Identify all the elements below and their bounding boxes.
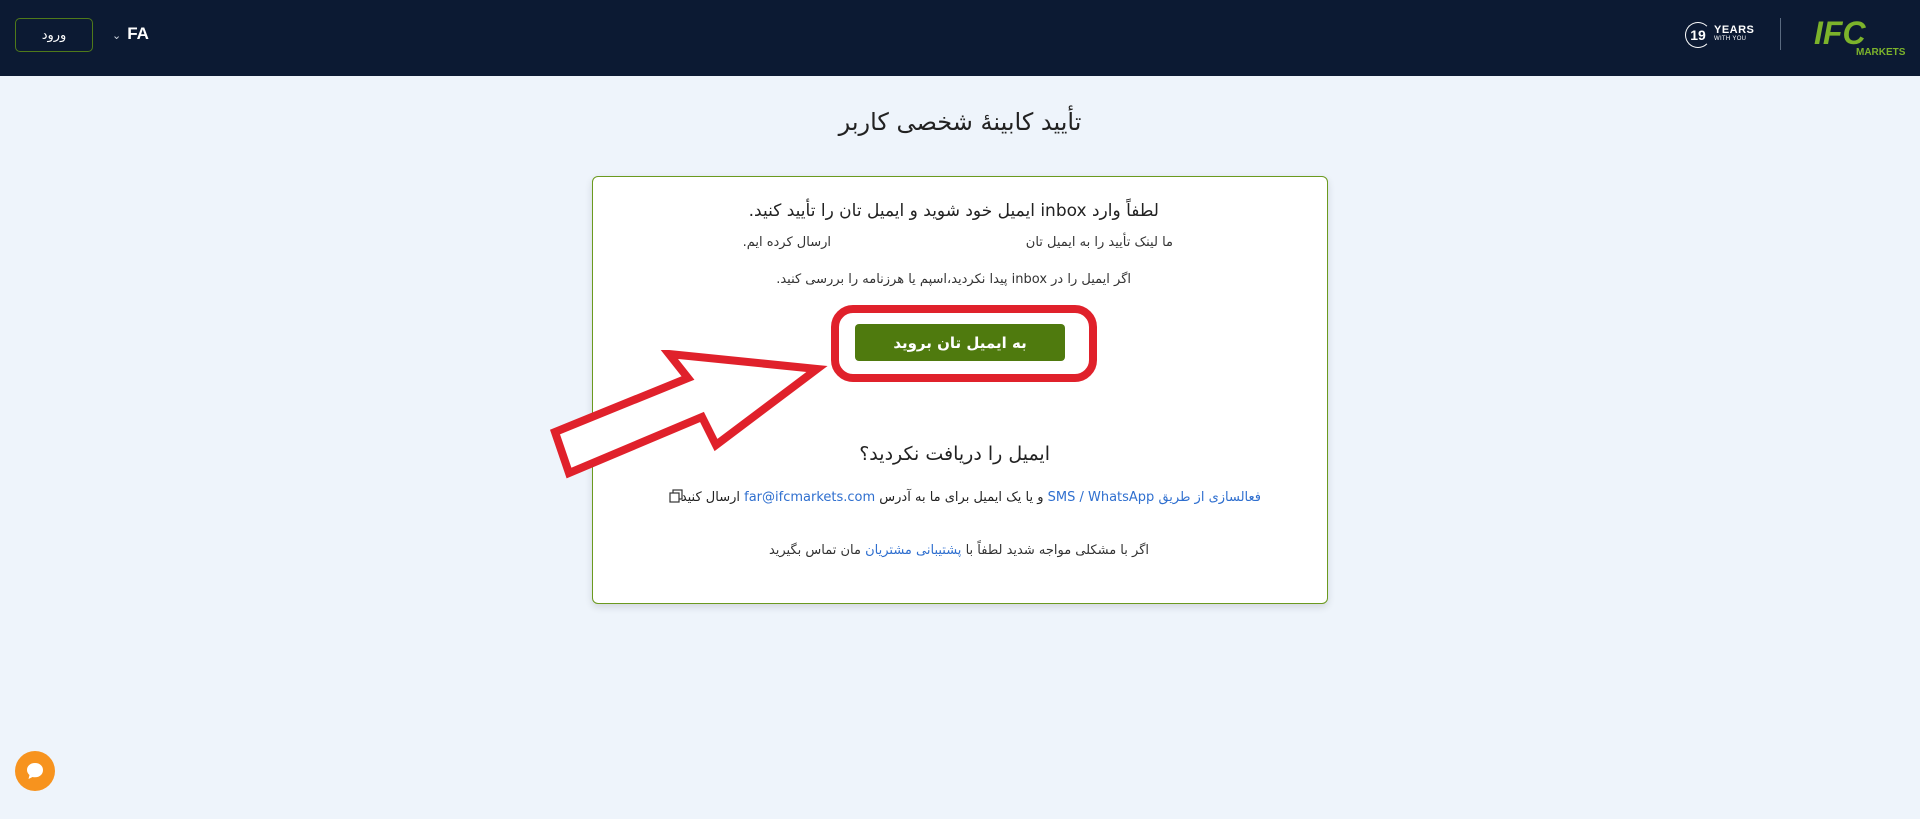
support-end-text: مان تماس بگیرید — [768, 543, 866, 558]
instruction-text: لطفاً وارد inbox ایمیل خود شوید و ایمیل … — [748, 201, 1159, 221]
sent-text-part1: ما لینک تأیید را به ایمیل تان — [1025, 235, 1173, 250]
annotation-arrow-icon — [549, 350, 828, 479]
header-divider — [1780, 18, 1781, 50]
language-code: FA — [127, 24, 149, 43]
support-contact-text: اگر با مشکلی مواجه شدید لطفاً با پشتیبان… — [769, 543, 1149, 558]
logo-text: IFC — [1814, 15, 1866, 51]
annotation-highlight-box — [831, 305, 1097, 382]
not-received-heading: ایمیل را دریافت نکردید؟ — [859, 443, 1050, 465]
chat-button[interactable] — [15, 751, 55, 791]
logo-sub: MARKETS — [1856, 47, 1906, 58]
years-number: 19 — [1685, 22, 1711, 48]
customer-support-link[interactable]: پشتیبانی مشتریان — [865, 543, 961, 558]
ifc-markets-logo[interactable]: IFC MARKETS — [1810, 14, 1906, 58]
top-navbar: ورود ⌄ FA 19 YEARS WITH YOU IFC MARKETS — [0, 0, 1920, 76]
page-title: تأیید کابینۀ شخصی کاربر — [838, 108, 1082, 136]
language-selector[interactable]: ⌄ FA — [112, 22, 149, 46]
sent-text-part2: ارسال کرده ایم. — [742, 235, 831, 250]
chevron-down-icon: ⌄ — [112, 28, 122, 42]
sms-whatsapp-link[interactable]: فعالسازی از طریق SMS / WhatsApp — [1048, 490, 1261, 505]
support-start-text: اگر با مشکلی مواجه شدید لطفاً با — [961, 543, 1149, 558]
login-button[interactable]: ورود — [15, 18, 93, 52]
alternative-mid-text: و یا یک ایمیل برای ما به آدرس — [875, 490, 1048, 505]
years-word: YEARS — [1714, 24, 1755, 36]
chat-bubble-icon — [27, 763, 43, 779]
spam-hint-text: اگر ایمیل را در inbox پیدا نکردید،اسپم ی… — [776, 272, 1131, 287]
years-badge: 19 YEARS WITH YOU — [1685, 20, 1754, 50]
years-sub: WITH YOU — [1714, 36, 1747, 42]
